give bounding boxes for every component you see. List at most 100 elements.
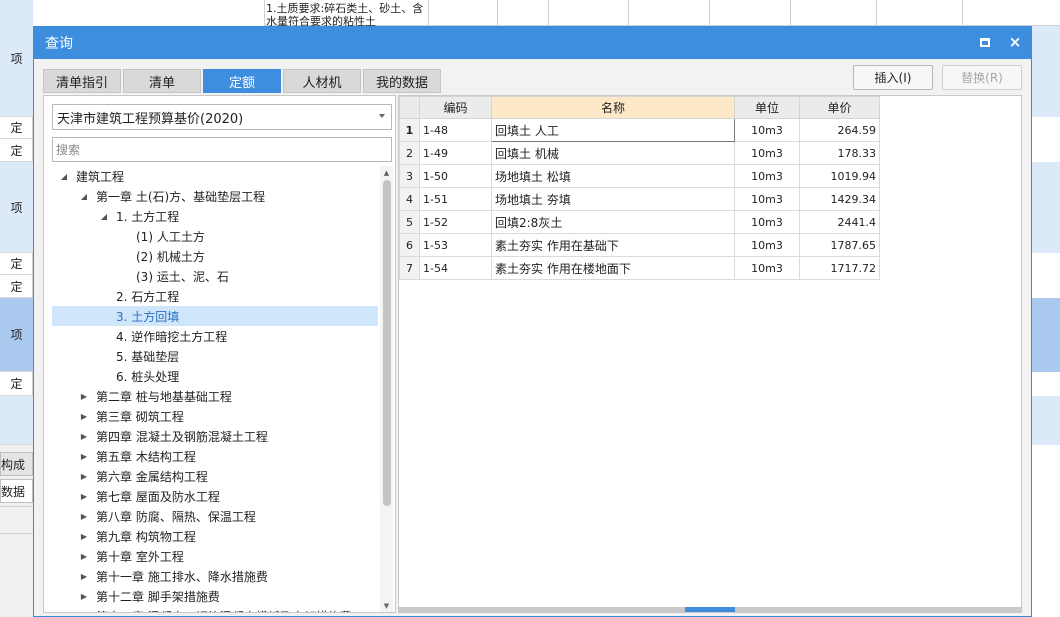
expand-toggle-icon[interactable]: ◢ <box>98 210 110 222</box>
price-column-header[interactable]: 单价 <box>799 96 880 119</box>
name-cell[interactable]: 场地填土 夯填 <box>491 187 735 211</box>
unit-cell[interactable]: 10m3 <box>734 187 800 211</box>
collapse-toggle-icon[interactable]: ▶ <box>78 430 90 442</box>
price-cell[interactable]: 2441.4 <box>799 210 880 234</box>
name-cell[interactable]: 回填土 人工 <box>491 118 735 142</box>
tree-node[interactable]: ▶ 第十一章 施工排水、降水措施费 <box>52 566 378 586</box>
name-column-header[interactable]: 名称 <box>491 96 735 119</box>
tree-node[interactable]: ▶ 第十章 室外工程 <box>52 546 378 566</box>
background-row-label[interactable]: 项 <box>0 162 33 253</box>
collapse-toggle-icon[interactable]: ▶ <box>78 530 90 542</box>
code-cell[interactable]: 1-53 <box>419 233 492 257</box>
tab-list-guide[interactable]: 清单指引 <box>43 69 121 93</box>
price-cell[interactable]: 264.59 <box>799 118 880 142</box>
price-cell[interactable]: 1717.72 <box>799 256 880 280</box>
library-select[interactable]: 天津市建筑工程预算基价(2020) <box>52 104 392 130</box>
tree-node[interactable]: ▶ 第三章 砌筑工程 <box>52 406 378 426</box>
collapse-toggle-icon[interactable]: ▶ <box>78 610 90 613</box>
table-row[interactable]: 7 1-54 素土夯实 作用在楼地面下 10m3 1717.72 <box>399 256 880 280</box>
code-column-header[interactable]: 编码 <box>419 96 492 119</box>
row-number-cell[interactable]: 2 <box>399 141 420 165</box>
tree-node[interactable]: (2) 机械土方 <box>52 246 378 266</box>
code-cell[interactable]: 1-48 <box>419 118 492 142</box>
row-number-cell[interactable]: 7 <box>399 256 420 280</box>
tree-node[interactable]: ▶ 第十三章 混凝土、钢筋混凝土模板及支架措施费 <box>52 606 378 613</box>
background-row-label[interactable]: 定 <box>0 139 33 162</box>
tree-node[interactable]: ▶ 第七章 屋面及防水工程 <box>52 486 378 506</box>
maximize-button[interactable] <box>977 34 993 50</box>
collapse-toggle-icon[interactable]: ▶ <box>78 510 90 522</box>
unit-cell[interactable]: 10m3 <box>734 256 800 280</box>
collapse-toggle-icon[interactable]: ▶ <box>78 570 90 582</box>
background-row-label[interactable]: 定 <box>0 275 33 298</box>
price-cell[interactable]: 1429.34 <box>799 187 880 211</box>
unit-cell[interactable]: 10m3 <box>734 164 800 188</box>
tree-node[interactable]: (3) 运土、泥、石 <box>52 266 378 286</box>
panel-splitter[interactable] <box>399 607 1021 612</box>
background-row-label[interactable]: 定 <box>0 117 33 139</box>
collapse-toggle-icon[interactable]: ▶ <box>78 470 90 482</box>
scroll-down-icon[interactable]: ▼ <box>380 599 393 612</box>
price-cell[interactable]: 178.33 <box>799 141 880 165</box>
tree-node[interactable]: ◢ 1. 土方工程 <box>52 206 378 226</box>
unit-column-header[interactable]: 单位 <box>734 96 800 119</box>
tree-node[interactable]: ▶ 第八章 防腐、隔热、保温工程 <box>52 506 378 526</box>
tree-node[interactable]: ▶ 第四章 混凝土及钢筋混凝土工程 <box>52 426 378 446</box>
unit-cell[interactable]: 10m3 <box>734 141 800 165</box>
scroll-up-icon[interactable]: ▲ <box>380 166 393 179</box>
row-number-cell[interactable]: 5 <box>399 210 420 234</box>
name-cell[interactable]: 场地填土 松填 <box>491 164 735 188</box>
tree-node[interactable]: 4. 逆作暗挖土方工程 <box>52 326 378 346</box>
collapse-toggle-icon[interactable]: ▶ <box>78 410 90 422</box>
unit-cell[interactable]: 10m3 <box>734 210 800 234</box>
tree-scrollbar[interactable]: ▲ ▼ <box>380 166 393 612</box>
background-tab-composition[interactable]: 构成 <box>0 452 33 476</box>
tree-node[interactable]: 3. 土方回填 <box>52 306 378 326</box>
background-row-label[interactable]: 项 <box>0 298 33 372</box>
price-cell[interactable]: 1787.65 <box>799 233 880 257</box>
table-row[interactable]: 6 1-53 素土夯实 作用在基础下 10m3 1787.65 <box>399 233 880 257</box>
tree-node[interactable]: 6. 桩头处理 <box>52 366 378 386</box>
table-row[interactable]: 4 1-51 场地填土 夯填 10m3 1429.34 <box>399 187 880 211</box>
name-cell[interactable]: 素土夯实 作用在基础下 <box>491 233 735 257</box>
row-number-cell[interactable]: 4 <box>399 187 420 211</box>
name-cell[interactable]: 回填土 机械 <box>491 141 735 165</box>
collapse-toggle-icon[interactable]: ▶ <box>78 590 90 602</box>
tree-node[interactable]: 2. 石方工程 <box>52 286 378 306</box>
row-number-cell[interactable]: 6 <box>399 233 420 257</box>
code-cell[interactable]: 1-49 <box>419 141 492 165</box>
code-cell[interactable]: 1-54 <box>419 256 492 280</box>
name-cell[interactable]: 素土夯实 作用在楼地面下 <box>491 256 735 280</box>
tree-node[interactable]: ▶ 第六章 金属结构工程 <box>52 466 378 486</box>
code-cell[interactable]: 1-51 <box>419 187 492 211</box>
tree-node[interactable]: ▶ 第九章 构筑物工程 <box>52 526 378 546</box>
tab-quota[interactable]: 定额 <box>203 69 281 93</box>
search-input[interactable] <box>52 137 392 162</box>
tab-my-data[interactable]: 我的数据 <box>363 69 441 93</box>
background-row-label[interactable]: 定 <box>0 253 33 275</box>
background-row-label[interactable]: 项 <box>0 0 33 117</box>
row-number-cell[interactable]: 3 <box>399 164 420 188</box>
tree-node[interactable]: ▶ 第十二章 脚手架措施费 <box>52 586 378 606</box>
expand-toggle-icon[interactable]: ◢ <box>58 170 70 182</box>
tab-list[interactable]: 清单 <box>123 69 201 93</box>
replace-button[interactable]: 替换(R) <box>942 65 1022 90</box>
row-number-cell[interactable]: 1 <box>399 118 420 142</box>
collapse-toggle-icon[interactable]: ▶ <box>78 490 90 502</box>
tree-node[interactable]: 5. 基础垫层 <box>52 346 378 366</box>
tree-node[interactable]: ▶ 第二章 桩与地基基础工程 <box>52 386 378 406</box>
collapse-toggle-icon[interactable]: ▶ <box>78 390 90 402</box>
collapse-toggle-icon[interactable]: ▶ <box>78 450 90 462</box>
scrollbar-thumb[interactable] <box>383 180 391 506</box>
table-row[interactable]: 5 1-52 回填2:8灰土 10m3 2441.4 <box>399 210 880 234</box>
table-row[interactable]: 3 1-50 场地填土 松填 10m3 1019.94 <box>399 164 880 188</box>
insert-button[interactable]: 插入(I) <box>853 65 933 90</box>
name-cell[interactable]: 回填2:8灰土 <box>491 210 735 234</box>
table-row[interactable]: 2 1-49 回填土 机械 10m3 178.33 <box>399 141 880 165</box>
tree-node[interactable]: ◢ 建筑工程 <box>52 166 378 186</box>
code-cell[interactable]: 1-50 <box>419 164 492 188</box>
table-row[interactable]: 1 1-48 回填土 人工 10m3 264.59 <box>399 118 880 142</box>
tree-node[interactable]: (1) 人工土方 <box>52 226 378 246</box>
dialog-titlebar[interactable]: 查询 × <box>34 27 1031 59</box>
price-cell[interactable]: 1019.94 <box>799 164 880 188</box>
